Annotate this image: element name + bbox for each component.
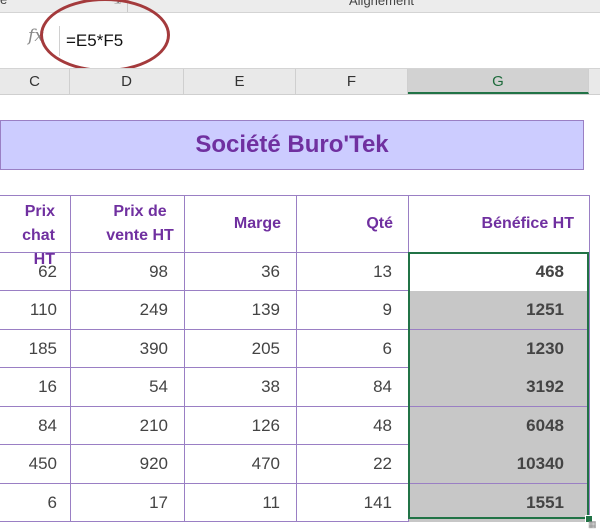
dialog-launcher-icon[interactable]: ⇲ (114, 0, 123, 6)
header-marge[interactable]: Marge (184, 212, 296, 236)
column-header-bar: C D E F G (0, 68, 600, 95)
cell-qte[interactable]: 22 (296, 445, 408, 483)
cell-prix-achat[interactable]: 185 (0, 330, 70, 368)
cell-prix-vente[interactable]: 210 (70, 407, 184, 445)
column-header-c[interactable]: C (0, 69, 70, 94)
cell-qte[interactable]: 13 (296, 253, 408, 291)
column-header-g[interactable]: G (408, 69, 589, 94)
cell-prix-achat[interactable]: 6 (0, 484, 70, 522)
cell-benefice[interactable]: 1230 (409, 330, 589, 368)
cell-benefice[interactable]: 3192 (409, 368, 589, 406)
insert-function-icon[interactable]: fx (26, 26, 46, 46)
sheet-title[interactable]: Société Buro'Tek (0, 120, 584, 170)
ribbon-strip: e ⇲ Alignement (0, 0, 600, 13)
cell-benefice[interactable]: 468 (409, 253, 589, 291)
ribbon-separator (127, 0, 128, 12)
column-header-e[interactable]: E (184, 69, 296, 94)
header-qte[interactable]: Qté (296, 212, 408, 236)
cell-marge[interactable]: 139 (184, 291, 296, 329)
cell-qte[interactable]: 6 (296, 330, 408, 368)
quick-analysis-icon[interactable]: ▦ (588, 519, 598, 529)
formula-bar-separator (59, 26, 60, 56)
header-line: Prix de (113, 203, 167, 220)
cell-prix-achat[interactable]: 16 (0, 368, 70, 406)
cell-prix-achat[interactable]: 84 (0, 407, 70, 445)
header-line: Prix (24, 203, 55, 220)
cell-qte[interactable]: 141 (296, 484, 408, 522)
cell-marge[interactable]: 36 (184, 253, 296, 291)
grid-line (0, 195, 590, 196)
cell-prix-vente[interactable]: 249 (70, 291, 184, 329)
cell-marge[interactable]: 38 (184, 368, 296, 406)
cell-prix-vente[interactable]: 920 (70, 445, 184, 483)
cell-marge[interactable]: 11 (184, 484, 296, 522)
cell-qte[interactable]: 48 (296, 407, 408, 445)
cell-prix-vente[interactable]: 390 (70, 330, 184, 368)
cell-qte[interactable]: 9 (296, 291, 408, 329)
cell-benefice[interactable]: 1551 (409, 484, 589, 522)
cell-prix-achat[interactable]: 62 (0, 253, 70, 291)
cell-prix-achat[interactable]: 450 (0, 445, 70, 483)
header-line: vente HT (106, 227, 174, 244)
ribbon-group-alignement: Alignement (349, 0, 415, 8)
ribbon-group-label-left: e (0, 0, 7, 7)
cell-marge[interactable]: 126 (184, 407, 296, 445)
cell-benefice[interactable]: 1251 (409, 291, 589, 329)
cell-benefice[interactable]: 10340 (409, 445, 589, 483)
header-prix-vente[interactable]: Prix de vente HT (70, 200, 184, 248)
cell-benefice[interactable]: 6048 (409, 407, 589, 445)
cell-marge[interactable]: 470 (184, 445, 296, 483)
formula-input[interactable]: =E5*F5 (66, 29, 586, 53)
cell-prix-achat[interactable]: 110 (0, 291, 70, 329)
cell-prix-vente[interactable]: 54 (70, 368, 184, 406)
header-benefice[interactable]: Bénéfice HT (408, 212, 589, 236)
column-header-d[interactable]: D (70, 69, 184, 94)
cell-prix-vente[interactable]: 17 (70, 484, 184, 522)
grid-line (589, 195, 590, 522)
cell-marge[interactable]: 205 (184, 330, 296, 368)
cell-prix-vente[interactable]: 98 (70, 253, 184, 291)
cell-qte[interactable]: 84 (296, 368, 408, 406)
column-header-f[interactable]: F (296, 69, 408, 94)
